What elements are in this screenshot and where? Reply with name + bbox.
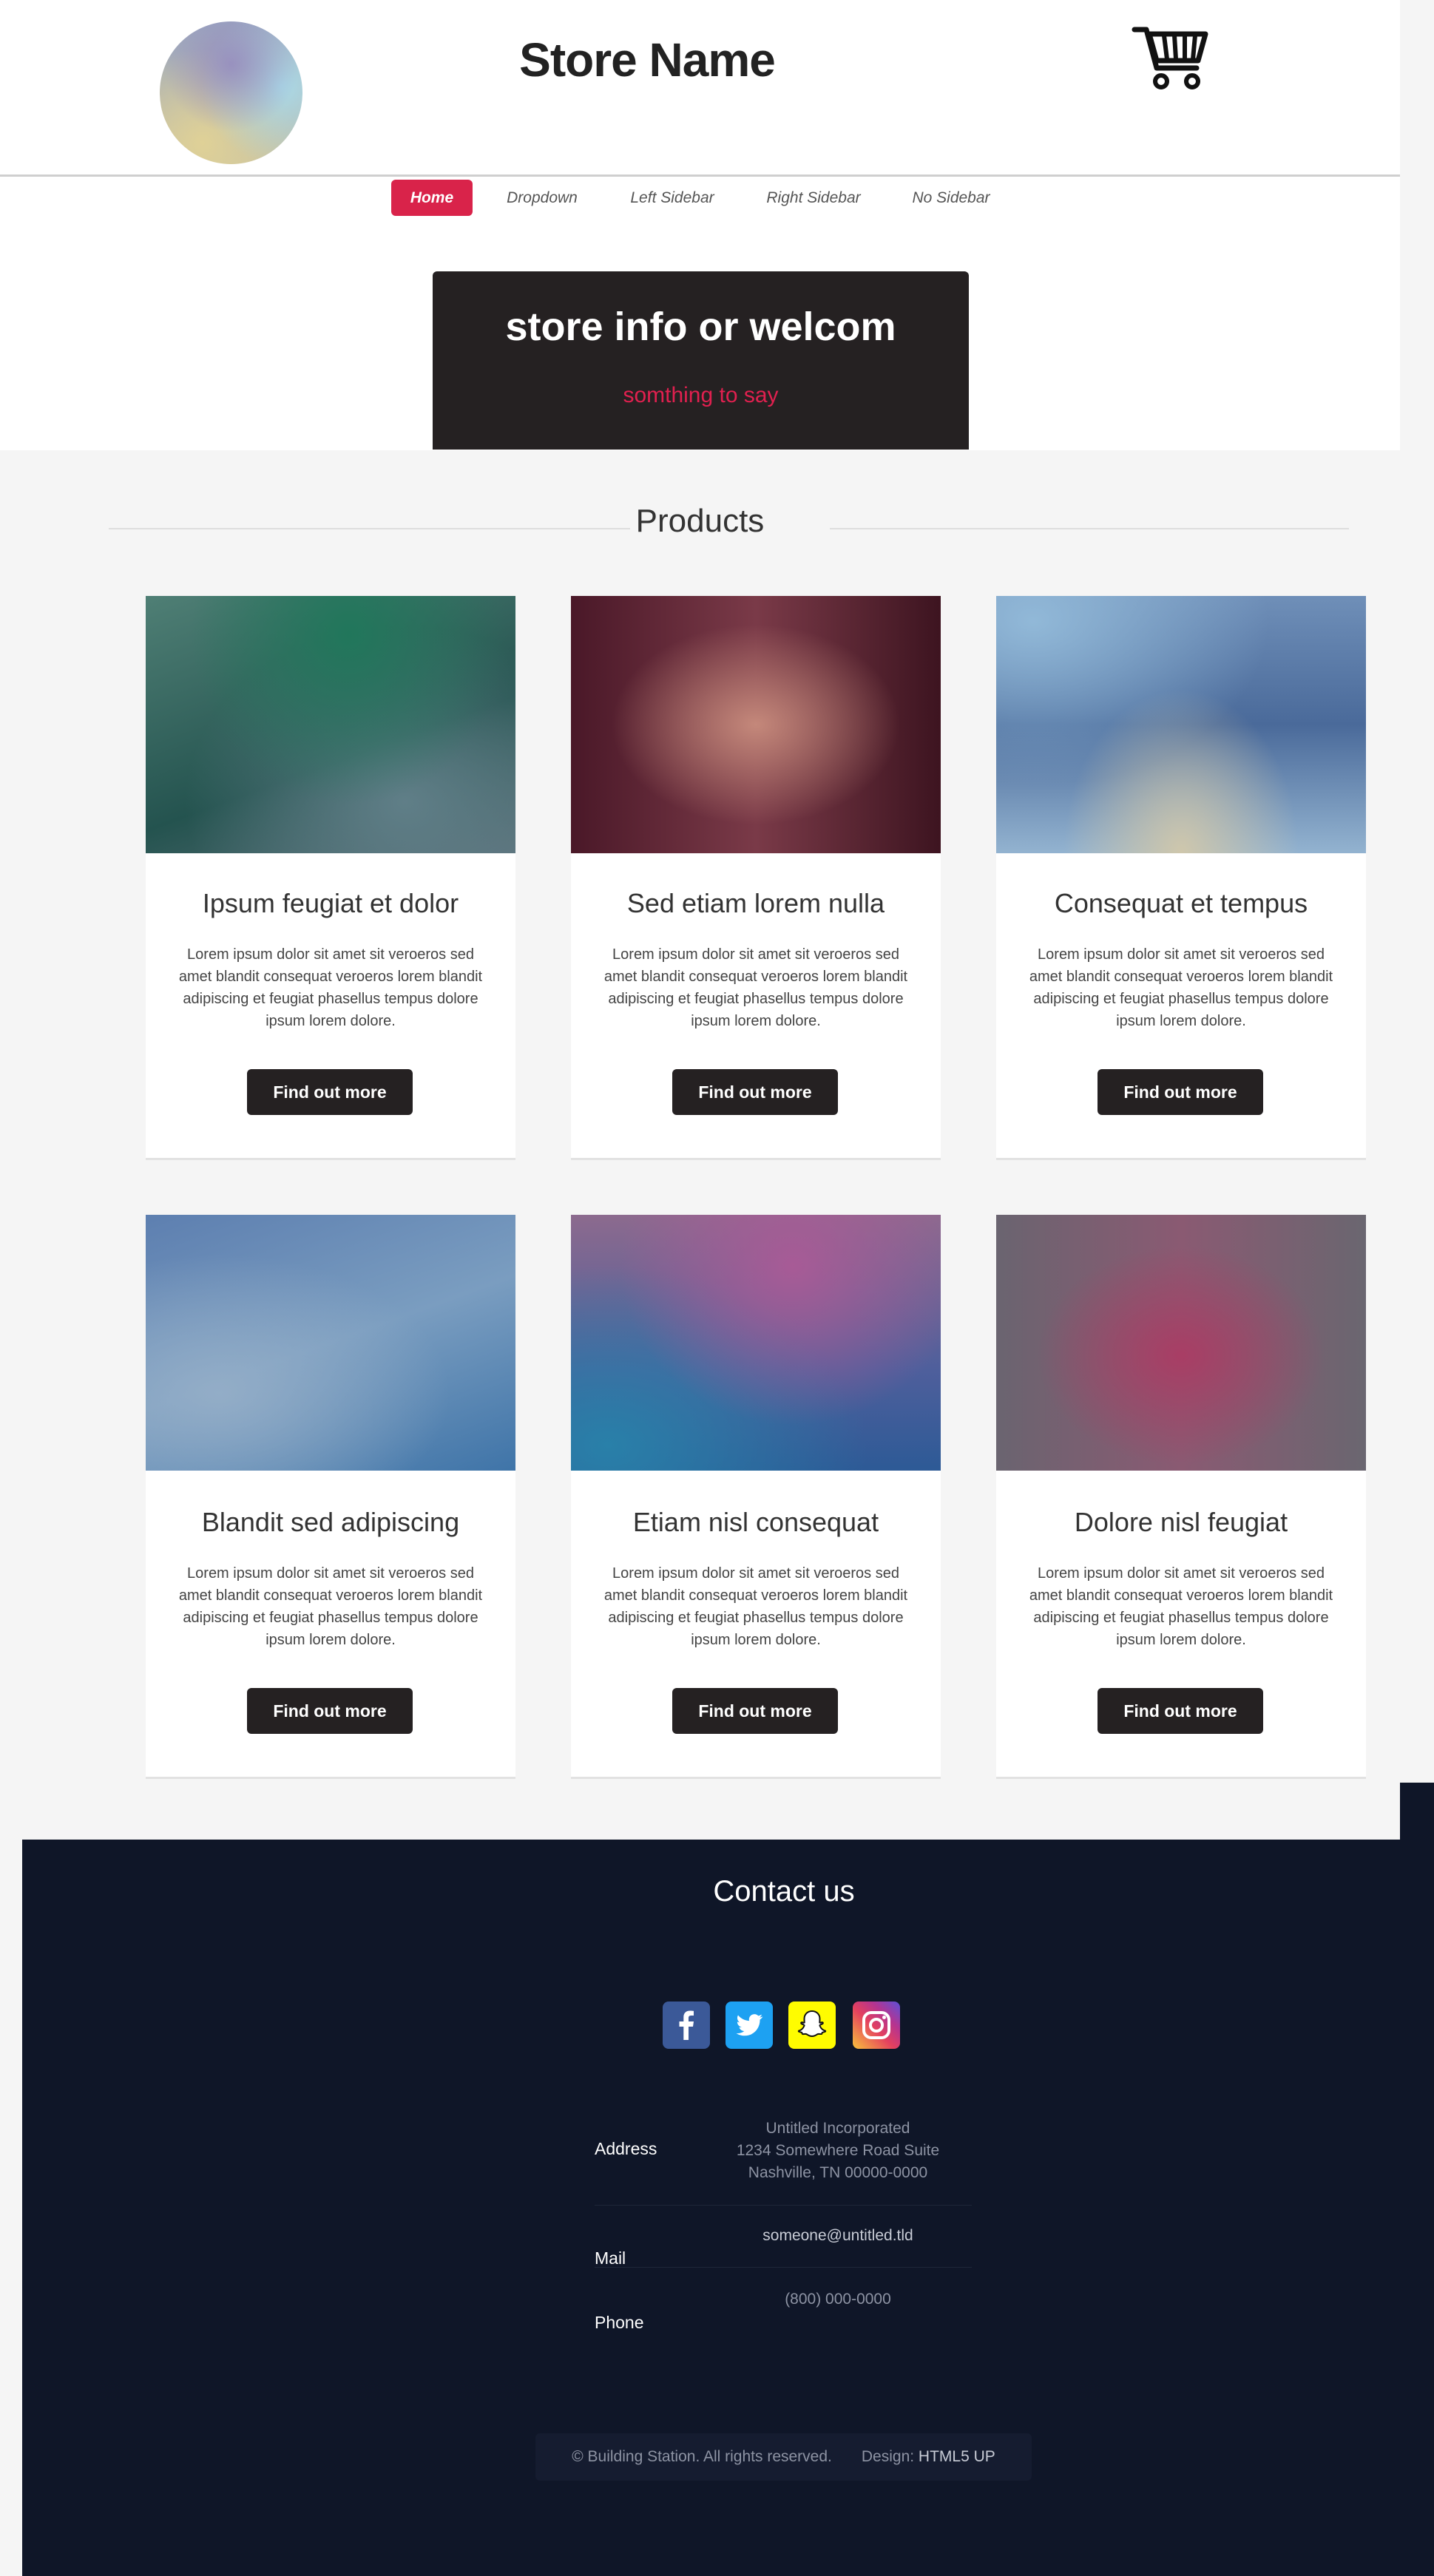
info-divider	[595, 2267, 972, 2268]
find-out-more-button[interactable]: Find out more	[672, 1688, 838, 1734]
product-title: Ipsum feugiat et dolor	[202, 888, 459, 918]
products-title: Products	[635, 503, 765, 539]
product-image[interactable]	[571, 596, 941, 853]
product-title: Dolore nisl feugiat	[1074, 1507, 1288, 1537]
nav-home[interactable]: Home	[391, 180, 473, 216]
twitter-icon[interactable]	[726, 2002, 773, 2049]
product-image[interactable]	[146, 1215, 515, 1471]
product-description: Lorem ipsum dolor sit amet sit veroeros …	[178, 1565, 483, 1648]
info-divider	[595, 2205, 972, 2206]
store-name: Store Name	[519, 33, 776, 87]
phone-value: (800) 000-0000	[785, 2291, 891, 2308]
product-description: Lorem ipsum dolor sit amet sit veroeros …	[603, 1565, 908, 1648]
design-label: Design:	[861, 2448, 915, 2465]
address-value: Untitled Incorporated 1234 Somewhere Roa…	[683, 2118, 993, 2184]
nav-no-sidebar[interactable]: No Sidebar	[901, 180, 1001, 216]
banner-title: store info or welcom	[505, 305, 896, 349]
product-title: Sed etiam lorem nulla	[626, 888, 885, 918]
find-out-more-button[interactable]: Find out more	[247, 1688, 413, 1734]
product-card: Ipsum feugiat et dolor Lorem ipsum dolor…	[146, 596, 515, 1160]
mail-value[interactable]: someone@untitled.tld	[683, 2225, 993, 2247]
title-divider-right	[830, 528, 1349, 529]
find-out-more-button[interactable]: Find out more	[247, 1069, 413, 1115]
address-line: Nashville, TN 00000-0000	[748, 2164, 928, 2181]
footer-corner	[1400, 1783, 1434, 1842]
product-card: Sed etiam lorem nulla Lorem ipsum dolor …	[571, 596, 941, 1160]
welcome-banner: store info or welcom somthing to say	[433, 271, 969, 450]
find-out-more-button[interactable]: Find out more	[1098, 1688, 1263, 1734]
product-card: Consequat et tempus Lorem ipsum dolor si…	[996, 596, 1366, 1160]
nav-left-sidebar[interactable]: Left Sidebar	[618, 180, 726, 216]
product-description: Lorem ipsum dolor sit amet sit veroeros …	[1029, 946, 1333, 1029]
product-title: Blandit sed adipiscing	[201, 1507, 460, 1537]
address-label: Address	[595, 2139, 657, 2158]
mail-label: Mail	[595, 2248, 626, 2268]
nav-right-sidebar[interactable]: Right Sidebar	[755, 180, 872, 216]
find-out-more-button[interactable]: Find out more	[1098, 1069, 1263, 1115]
banner-subtitle: somthing to say	[623, 383, 779, 407]
product-image[interactable]	[571, 1215, 941, 1471]
product-image[interactable]	[146, 596, 515, 853]
address-line: 1234 Somewhere Road Suite	[736, 2142, 940, 2159]
shopping-cart-icon[interactable]	[1132, 22, 1209, 92]
product-description: Lorem ipsum dolor sit amet sit veroeros …	[178, 946, 483, 1029]
copyright-bar: © Building Station. All rights reserved.…	[535, 2433, 1032, 2481]
product-title: Etiam nisl consequat	[632, 1507, 879, 1537]
product-image[interactable]	[996, 596, 1366, 853]
instagram-icon[interactable]	[853, 2002, 900, 2049]
product-title: Consequat et tempus	[1054, 888, 1308, 918]
product-description: Lorem ipsum dolor sit amet sit veroeros …	[603, 946, 908, 1029]
product-image[interactable]	[996, 1215, 1366, 1471]
find-out-more-button[interactable]: Find out more	[672, 1069, 838, 1115]
copyright-text: © Building Station. All rights reserved.	[572, 2448, 832, 2465]
product-card: Dolore nisl feugiat Lorem ipsum dolor si…	[996, 1215, 1366, 1779]
main-nav: Home Dropdown Left Sidebar Right Sidebar…	[0, 177, 1400, 450]
store-logo[interactable]	[160, 21, 302, 164]
product-card: Blandit sed adipiscing Lorem ipsum dolor…	[146, 1215, 515, 1779]
address-line: Untitled Incorporated	[765, 2120, 910, 2137]
site-header: Store Name	[0, 0, 1400, 177]
product-description: Lorem ipsum dolor sit amet sit veroeros …	[1029, 1565, 1333, 1648]
facebook-icon[interactable]	[663, 2002, 710, 2049]
phone-label: Phone	[595, 2313, 644, 2332]
design-link[interactable]: HTML5 UP	[919, 2448, 995, 2465]
nav-dropdown[interactable]: Dropdown	[494, 180, 590, 216]
product-card: Etiam nisl consequat Lorem ipsum dolor s…	[571, 1215, 941, 1779]
snapchat-icon[interactable]	[788, 2002, 836, 2049]
contact-title: Contact us	[713, 1875, 855, 1908]
